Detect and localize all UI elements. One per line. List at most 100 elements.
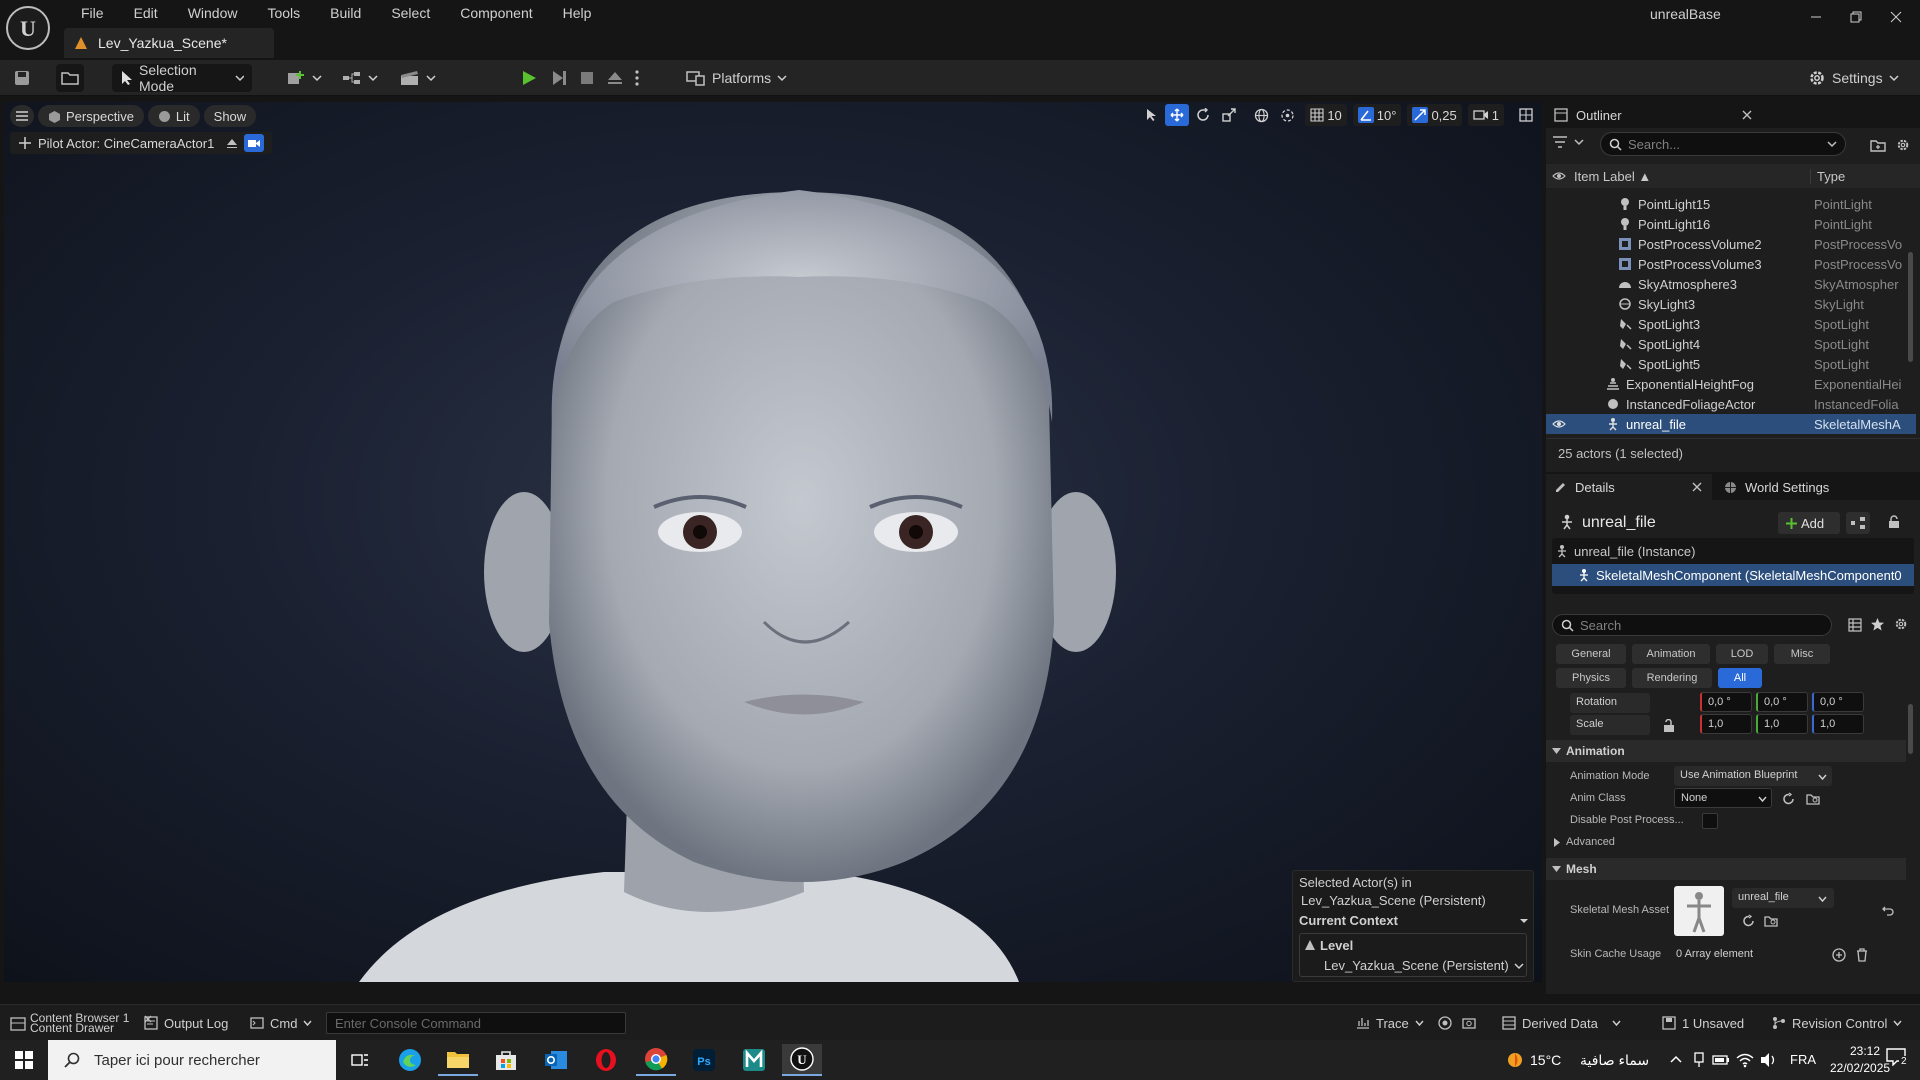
- blueprint-button[interactable]: [342, 64, 378, 92]
- world-settings-tab[interactable]: World Settings: [1712, 474, 1829, 500]
- scale-x-input[interactable]: 1,0: [1700, 714, 1752, 734]
- outliner-row[interactable]: SpotLight5 SpotLight: [1546, 354, 1916, 374]
- advanced-row[interactable]: Advanced: [1546, 832, 1906, 854]
- viewport-layout-button[interactable]: [1514, 104, 1538, 126]
- menu-component[interactable]: Component: [445, 2, 547, 24]
- details-search-input[interactable]: Search: [1552, 614, 1832, 636]
- add-element-icon[interactable]: [1832, 948, 1846, 962]
- filter-all[interactable]: All: [1718, 668, 1762, 688]
- console-command-input[interactable]: Enter Console Command: [326, 1012, 626, 1034]
- folder-search-icon[interactable]: [1806, 792, 1820, 806]
- outlook-app[interactable]: [536, 1044, 576, 1076]
- disable-post-checkbox[interactable]: [1702, 813, 1718, 829]
- blueprint-button[interactable]: [1846, 512, 1870, 534]
- scale-z-input[interactable]: 1,0: [1812, 714, 1864, 734]
- perspective-button[interactable]: Perspective: [38, 105, 144, 127]
- browse-button[interactable]: [56, 64, 84, 92]
- chevron-down-icon[interactable]: [1519, 917, 1529, 925]
- outliner-scrollbar[interactable]: [1908, 252, 1913, 362]
- viewport-menu-button[interactable]: [10, 105, 34, 127]
- component-row-selected[interactable]: SkeletalMeshComponent (SkeletalMeshCompo…: [1552, 564, 1914, 586]
- level-selector[interactable]: Level Lev_Yazkua_Scene (Persistent): [1299, 933, 1527, 977]
- scale-tool[interactable]: [1217, 104, 1241, 126]
- edge-app[interactable]: [390, 1044, 430, 1076]
- weather-icon[interactable]: [1506, 1050, 1526, 1070]
- opera-app[interactable]: [586, 1044, 626, 1076]
- level-viewport[interactable]: Perspective Lit Show Pilot Actor: CineCa…: [4, 102, 1542, 982]
- outliner-search-input[interactable]: Search...: [1600, 132, 1846, 156]
- screenshot-button[interactable]: [1462, 1005, 1476, 1041]
- close-window-button[interactable]: [1876, 4, 1916, 30]
- component-instance-row[interactable]: unreal_file (Instance): [1552, 540, 1914, 562]
- outliner-tab[interactable]: Outliner: [1546, 102, 1920, 128]
- selection-mode-dropdown[interactable]: Selection Mode: [112, 62, 252, 94]
- menu-select[interactable]: Select: [376, 2, 445, 24]
- camera-speed-control[interactable]: 1: [1467, 104, 1504, 126]
- add-component-button[interactable]: Add: [1778, 512, 1840, 534]
- scale-snap-control[interactable]: 0,25: [1407, 104, 1462, 126]
- outliner-row[interactable]: PostProcessVolume2 PostProcessVo: [1546, 234, 1916, 254]
- taskbar-search[interactable]: Taper ici pour rechercher: [48, 1040, 336, 1080]
- reset-arrow-icon[interactable]: [1882, 904, 1894, 916]
- rotation-x-input[interactable]: 0,0 °: [1700, 692, 1752, 712]
- details-scrollbar[interactable]: [1908, 704, 1913, 754]
- surface-snap-toggle[interactable]: [1275, 104, 1299, 126]
- gear-icon[interactable]: [1894, 617, 1908, 631]
- rotation-z-input[interactable]: 0,0 °: [1812, 692, 1864, 712]
- content-drawer-button[interactable]: Content Browser 1 Content Drawer: [6, 1009, 152, 1037]
- trash-icon[interactable]: [1856, 948, 1868, 962]
- outliner-row[interactable]: PointLight15 PointLight: [1546, 194, 1916, 214]
- step-button[interactable]: [550, 64, 568, 92]
- stop-button[interactable]: [578, 64, 596, 92]
- star-icon[interactable]: [1870, 617, 1885, 632]
- unlock-icon[interactable]: [1664, 719, 1675, 732]
- skeletal-mesh-thumbnail[interactable]: [1674, 886, 1724, 936]
- camera-lock-button[interactable]: [244, 134, 265, 152]
- input-language[interactable]: FRA: [1790, 1052, 1816, 1067]
- show-button[interactable]: Show: [203, 105, 257, 127]
- restore-button[interactable]: [1836, 4, 1876, 30]
- grid-snap-control[interactable]: 10: [1305, 104, 1347, 126]
- output-log-button[interactable]: Output Log: [144, 1005, 228, 1041]
- menu-file[interactable]: File: [66, 2, 119, 24]
- menu-window[interactable]: Window: [173, 2, 253, 24]
- settings-dropdown[interactable]: Settings: [1808, 64, 1899, 92]
- usb-icon[interactable]: [1692, 1052, 1706, 1068]
- scale-dropdown[interactable]: Scale: [1570, 715, 1650, 735]
- browse-to-asset-icon[interactable]: [1742, 914, 1756, 928]
- outliner-row[interactable]: ExponentialHeightFog ExponentialHei: [1546, 374, 1916, 394]
- maya-app[interactable]: [734, 1044, 774, 1076]
- actor-name[interactable]: unreal_file: [1582, 514, 1656, 532]
- rotation-dropdown[interactable]: Rotation: [1570, 693, 1650, 713]
- filter-physics[interactable]: Physics: [1556, 668, 1626, 688]
- outliner-row-selected[interactable]: unreal_file SkeletalMeshA: [1546, 414, 1916, 434]
- menu-help[interactable]: Help: [548, 2, 607, 24]
- gear-icon[interactable]: [1896, 138, 1910, 152]
- outliner-row[interactable]: SpotLight4 SpotLight: [1546, 334, 1916, 354]
- outliner-row[interactable]: SkyLight3 SkyLight: [1546, 294, 1916, 314]
- outliner-row[interactable]: PointLight16 PointLight: [1546, 214, 1916, 234]
- cmd-dropdown[interactable]: Cmd: [250, 1005, 312, 1041]
- menu-edit[interactable]: Edit: [119, 2, 173, 24]
- platforms-dropdown[interactable]: Platforms: [680, 64, 793, 92]
- column-type[interactable]: Type: [1810, 169, 1845, 184]
- play-button[interactable]: [520, 64, 538, 92]
- filter-misc[interactable]: Misc: [1774, 644, 1830, 664]
- trace-dropdown[interactable]: Trace: [1356, 1005, 1424, 1041]
- outliner-row[interactable]: SkyAtmosphere3 SkyAtmospher: [1546, 274, 1916, 294]
- lock-icon[interactable]: [1888, 515, 1900, 529]
- notification-center-button[interactable]: 2: [1886, 1048, 1912, 1072]
- details-tab[interactable]: Details: [1546, 474, 1712, 500]
- chrome-app[interactable]: [636, 1044, 676, 1076]
- menu-build[interactable]: Build: [315, 2, 376, 24]
- filter-lod[interactable]: LOD: [1716, 644, 1768, 664]
- wifi-icon[interactable]: [1736, 1052, 1754, 1068]
- eject-button[interactable]: [606, 64, 624, 92]
- battery-icon[interactable]: [1712, 1052, 1730, 1068]
- task-view-button[interactable]: [340, 1044, 380, 1076]
- close-icon[interactable]: [1692, 482, 1702, 492]
- table-view-icon[interactable]: [1848, 618, 1862, 632]
- filter-general[interactable]: General: [1556, 644, 1626, 664]
- outliner-filter-button[interactable]: [1552, 136, 1584, 148]
- cinematics-button[interactable]: [400, 64, 436, 92]
